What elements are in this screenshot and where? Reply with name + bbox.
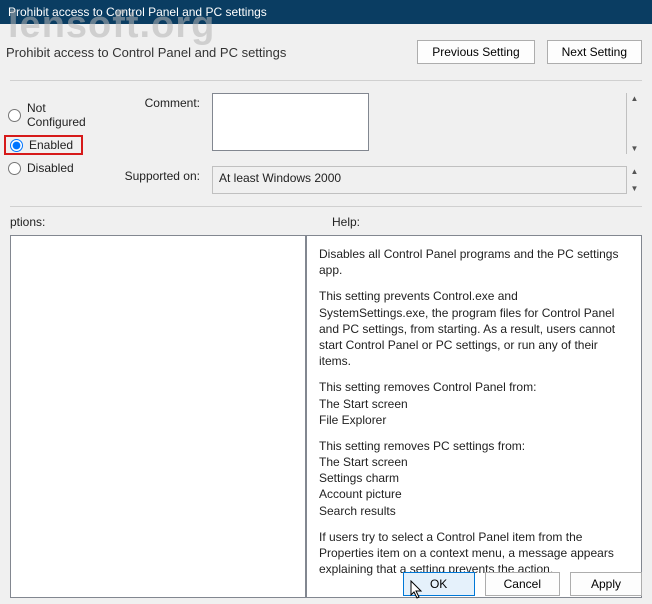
help-p2: This setting prevents Control.exe and Sy… bbox=[319, 288, 629, 369]
cancel-button[interactable]: Cancel bbox=[485, 572, 560, 596]
help-p3b: File Explorer bbox=[319, 412, 629, 428]
apply-label: Apply bbox=[591, 577, 621, 591]
radio-column: Not Configured Enabled Disabled bbox=[0, 93, 110, 194]
upper-section: Not Configured Enabled Disabled Comment:… bbox=[0, 87, 652, 198]
options-label: ptions: bbox=[10, 211, 306, 235]
separator bbox=[10, 206, 642, 207]
nav-buttons: Previous Setting Next Setting bbox=[417, 40, 642, 64]
supported-scrollbar[interactable]: ▲ ▼ bbox=[626, 166, 642, 194]
scroll-down-icon[interactable]: ▼ bbox=[627, 183, 642, 194]
cancel-label: Cancel bbox=[504, 577, 541, 591]
radio-not-configured-label: Not Configured bbox=[27, 101, 102, 129]
help-p4d: Search results bbox=[319, 503, 629, 519]
scroll-down-icon[interactable]: ▼ bbox=[627, 143, 642, 154]
help-column: Help: Disables all Control Panel program… bbox=[306, 211, 642, 598]
supported-label: Supported on: bbox=[110, 166, 200, 183]
help-textbox[interactable]: Disables all Control Panel programs and … bbox=[306, 235, 642, 598]
help-p4c: Account picture bbox=[319, 486, 629, 502]
footer-buttons: OK Cancel Apply bbox=[403, 572, 642, 596]
help-p5: If users try to select a Control Panel i… bbox=[319, 529, 629, 578]
supported-value: At least Windows 2000 bbox=[219, 171, 341, 185]
help-p4: This setting removes PC settings from: bbox=[319, 438, 629, 454]
help-p3: This setting removes Control Panel from: bbox=[319, 379, 629, 395]
radio-disabled-label: Disabled bbox=[27, 161, 74, 175]
radio-enabled-highlight: Enabled bbox=[4, 135, 83, 155]
radio-not-configured[interactable]: Not Configured bbox=[4, 99, 106, 131]
supported-value-box: At least Windows 2000 bbox=[212, 166, 642, 194]
ok-button[interactable]: OK bbox=[403, 572, 475, 596]
previous-setting-label: Previous Setting bbox=[432, 45, 519, 59]
previous-setting-button[interactable]: Previous Setting bbox=[417, 40, 534, 64]
next-setting-label: Next Setting bbox=[562, 45, 627, 59]
ok-label: OK bbox=[430, 577, 447, 591]
apply-button[interactable]: Apply bbox=[570, 572, 642, 596]
comment-scrollbar[interactable]: ▲ ▼ bbox=[626, 93, 642, 154]
separator bbox=[10, 80, 642, 81]
comment-row: Comment: ▲ ▼ bbox=[110, 93, 642, 154]
help-p1: Disables all Control Panel programs and … bbox=[319, 246, 629, 278]
radio-disabled[interactable]: Disabled bbox=[4, 159, 106, 177]
help-p3a: The Start screen bbox=[319, 396, 629, 412]
help-p4a: The Start screen bbox=[319, 454, 629, 470]
comment-input[interactable] bbox=[212, 93, 369, 151]
options-box bbox=[10, 235, 306, 598]
title-bar: Prohibit access to Control Panel and PC … bbox=[0, 0, 652, 24]
scroll-up-icon[interactable]: ▲ bbox=[627, 166, 642, 177]
window-title: Prohibit access to Control Panel and PC … bbox=[8, 5, 267, 19]
help-p4b: Settings charm bbox=[319, 470, 629, 486]
next-setting-button[interactable]: Next Setting bbox=[547, 40, 642, 64]
scroll-up-icon[interactable]: ▲ bbox=[627, 93, 642, 104]
header-row: Prohibit access to Control Panel and PC … bbox=[0, 24, 652, 74]
radio-enabled-label: Enabled bbox=[29, 138, 73, 152]
comment-label: Comment: bbox=[110, 93, 200, 110]
radio-not-configured-input[interactable] bbox=[8, 109, 21, 122]
radio-disabled-input[interactable] bbox=[8, 162, 21, 175]
fields-column: Comment: ▲ ▼ Supported on: At least Wind… bbox=[110, 93, 642, 194]
options-column: ptions: bbox=[10, 211, 306, 598]
radio-enabled-input[interactable] bbox=[10, 139, 23, 152]
policy-title: Prohibit access to Control Panel and PC … bbox=[6, 45, 286, 60]
lower-section: ptions: Help: Disables all Control Panel… bbox=[0, 211, 652, 598]
radio-enabled[interactable]: Enabled bbox=[6, 138, 73, 152]
supported-row: Supported on: At least Windows 2000 ▲ ▼ bbox=[110, 166, 642, 194]
help-label: Help: bbox=[306, 211, 642, 235]
